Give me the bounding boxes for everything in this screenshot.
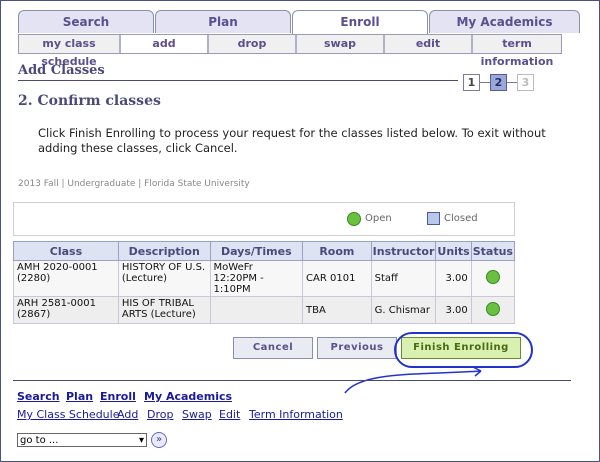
status-cell [470, 260, 516, 297]
chevron-down-icon: ▾ [138, 435, 144, 446]
footer-link-drop[interactable]: Drop [147, 408, 173, 421]
open-status-icon [485, 270, 500, 284]
footer-link-edit[interactable]: Edit [219, 408, 240, 421]
subnav-drop[interactable]: drop [209, 35, 297, 53]
instructor-cell: G. Chismar [370, 296, 437, 324]
enroll-subnav: my class schedule add drop swap edit ter… [18, 34, 562, 68]
step-connector [480, 82, 490, 83]
class-cell: ARH 2581-0001 (2867) [13, 296, 119, 324]
subnav-term-information[interactable]: term information [473, 35, 561, 68]
footer-link-search[interactable]: Search [17, 390, 60, 403]
table-header-row: Class Description Days/Times Room Instru… [13, 241, 516, 261]
column-header-days-times: Days/Times [209, 241, 304, 261]
step-connector [507, 82, 517, 83]
units-cell: 3.00 [435, 296, 472, 324]
room-cell: TBA [302, 296, 372, 324]
legend-closed-label: Closed [444, 213, 478, 224]
column-header-units: Units [435, 241, 472, 261]
tab-search[interactable]: Search [18, 10, 154, 33]
step-heading: 2. Confirm classes [18, 93, 161, 109]
footer-link-my-class-schedule[interactable]: My Class Schedule [17, 408, 119, 421]
open-status-icon [485, 301, 500, 316]
annotation-arrow-icon [344, 366, 482, 394]
open-status-icon [347, 212, 361, 226]
go-arrow-icon[interactable]: » [151, 432, 167, 448]
days-times-cell: MoWeFr 12:20PM - 1:10PM [209, 260, 304, 297]
column-header-status: Status [470, 241, 516, 261]
subnav-add[interactable]: add [121, 35, 209, 53]
subnav-edit[interactable]: edit [385, 35, 473, 53]
status-legend: Open Closed [13, 202, 515, 236]
step-3: 3 [517, 74, 534, 91]
goto-select[interactable]: go to ... ▾ [17, 433, 147, 447]
column-header-room: Room [302, 241, 372, 261]
tab-plan[interactable]: Plan [155, 10, 291, 33]
term-info: 2013 Fall | Undergraduate | Florida Stat… [18, 179, 250, 189]
cancel-button[interactable]: Cancel [233, 337, 313, 359]
instructions-text: Click Finish Enrolling to process your r… [38, 126, 546, 155]
table-row: ARH 2581-0001 (2867) HIS OF TRIBAL ARTS … [13, 296, 516, 324]
title-divider [18, 80, 458, 81]
tab-my-academics[interactable]: My Academics [429, 10, 580, 33]
footer-link-term-information[interactable]: Term Information [249, 408, 343, 421]
description-cell: HISTORY OF U.S. (Lecture) [117, 260, 211, 297]
instructor-cell: Staff [370, 260, 437, 297]
goto-select-value: go to ... [20, 435, 59, 446]
units-cell: 3.00 [435, 260, 472, 297]
subnav-my-class-schedule[interactable]: my class schedule [19, 35, 121, 68]
step-2-current: 2 [490, 74, 507, 91]
classes-table: Class Description Days/Times Room Instru… [13, 241, 516, 324]
tab-enroll[interactable]: Enroll [292, 10, 428, 35]
previous-button[interactable]: Previous [317, 337, 397, 359]
step-1: 1 [463, 74, 480, 91]
page-title: Add Classes [18, 63, 105, 78]
days-times-cell [209, 296, 304, 324]
column-header-description: Description [117, 241, 211, 261]
column-header-instructor: Instructor [370, 241, 437, 261]
footer-link-add[interactable]: Add [117, 408, 138, 421]
status-cell [470, 296, 516, 324]
footer-link-enroll[interactable]: Enroll [100, 390, 136, 403]
class-cell: AMH 2020-0001 (2280) [13, 260, 119, 297]
legend-open-label: Open [365, 213, 392, 224]
footer-link-my-academics[interactable]: My Academics [144, 390, 232, 403]
closed-status-icon [427, 212, 440, 225]
column-header-class: Class [13, 241, 119, 261]
footer-divider [13, 380, 571, 381]
room-cell: CAR 0101 [302, 260, 372, 297]
subnav-swap[interactable]: swap [297, 35, 385, 53]
footer-link-plan[interactable]: Plan [66, 390, 93, 403]
browser-frame: Search Plan Enroll My Academics my class… [0, 0, 600, 462]
footer-link-swap[interactable]: Swap [182, 408, 212, 421]
description-cell: HIS OF TRIBAL ARTS (Lecture) [117, 296, 211, 324]
table-row: AMH 2020-0001 (2280) HISTORY OF U.S. (Le… [13, 260, 516, 297]
